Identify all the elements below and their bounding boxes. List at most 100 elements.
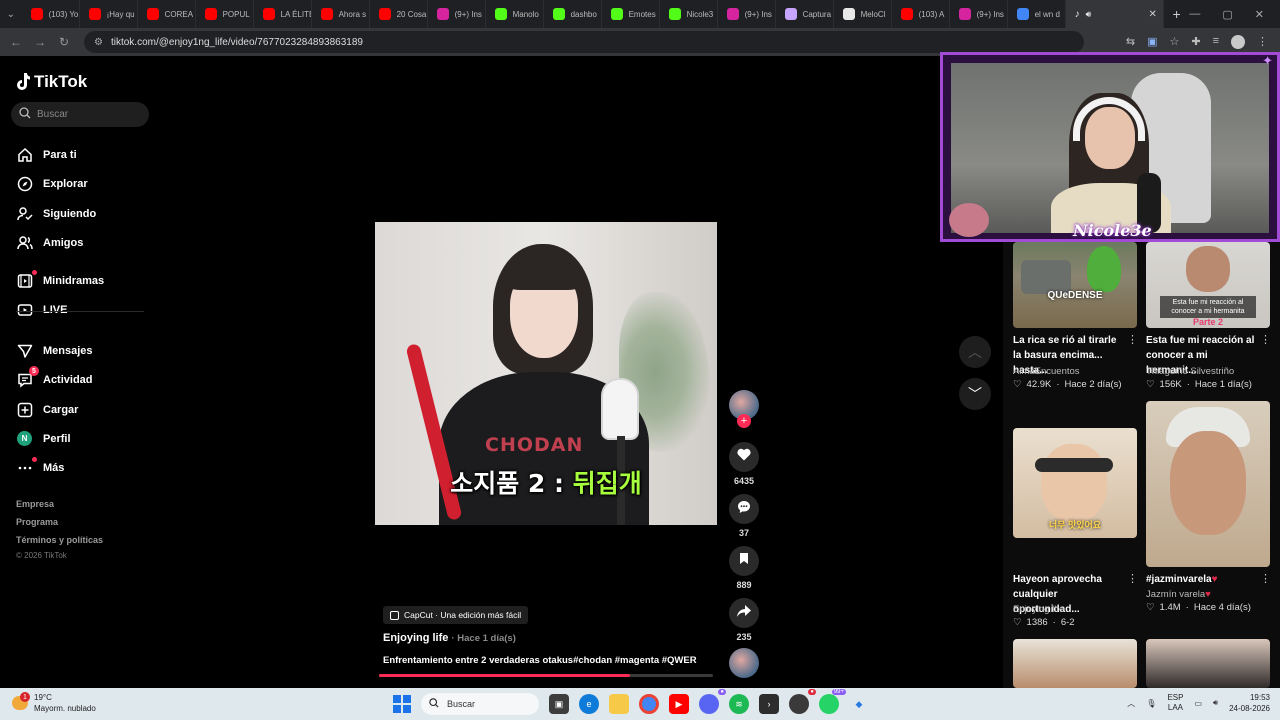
search-input[interactable]: Buscar bbox=[11, 102, 149, 127]
extensions-icon[interactable]: ✚ bbox=[1191, 35, 1200, 49]
reload-icon[interactable]: ↻ bbox=[52, 35, 76, 49]
browser-tab[interactable]: Emotes bbox=[602, 0, 660, 28]
comment-button[interactable] bbox=[729, 494, 759, 524]
rec-thumb-1[interactable]: QUeDENSE bbox=[1013, 242, 1137, 328]
sidebar-item-siguiendo[interactable]: Siguiendo bbox=[16, 205, 96, 222]
browser-tab[interactable]: COREA bbox=[138, 0, 196, 28]
cast-icon[interactable]: ▣ bbox=[1147, 35, 1157, 49]
url-field[interactable]: ⚙ tiktok.com/@enjoy1ng_life/video/767702… bbox=[84, 31, 1084, 53]
windows-start-icon[interactable] bbox=[393, 695, 411, 713]
window-close-icon[interactable]: ✕ bbox=[1255, 8, 1264, 21]
weather-widget[interactable]: 1 19°C Mayorm. nublado bbox=[12, 692, 96, 714]
more-options-icon[interactable]: ⋮ bbox=[1127, 572, 1138, 585]
rec-author-2[interactable]: Thiaguiño Silvestriño bbox=[1146, 366, 1234, 377]
edge-icon[interactable]: e bbox=[579, 694, 599, 714]
sidebar-item-live[interactable]: LIVE bbox=[16, 301, 67, 318]
browser-tab[interactable]: (9+) Ins bbox=[428, 0, 486, 28]
browser-tab[interactable]: LA ÉLITE bbox=[254, 0, 312, 28]
tray-chevron-icon[interactable]: ︿ bbox=[1127, 698, 1135, 709]
whatsapp-icon[interactable]: 99+ bbox=[819, 689, 846, 714]
browser-tab[interactable]: 20 Cosa bbox=[370, 0, 428, 28]
back-icon[interactable]: ← bbox=[4, 35, 28, 49]
video-player[interactable]: CHODAN 소지품 2 : 뒤집개 bbox=[375, 222, 717, 525]
spotify-icon[interactable]: ≋ bbox=[729, 694, 749, 714]
tab-search-icon[interactable]: ⌄ bbox=[0, 9, 22, 20]
like-button[interactable] bbox=[729, 442, 759, 472]
media-icon[interactable]: ≡ bbox=[1213, 35, 1219, 49]
browser-tab[interactable]: POPUL bbox=[196, 0, 254, 28]
microphone-icon[interactable]: 🎙︎ bbox=[1146, 699, 1156, 708]
rec-thumb-3[interactable]: 너무 맛있어요 bbox=[1013, 428, 1137, 538]
new-tab-button[interactable]: + bbox=[1164, 6, 1190, 22]
taskbar-search[interactable]: Buscar bbox=[421, 693, 539, 715]
browser-tab[interactable]: ¡Hay qu bbox=[80, 0, 138, 28]
close-icon[interactable]: ✕ bbox=[1148, 9, 1156, 20]
sidebar-item-actividad[interactable]: 5 Actividad bbox=[16, 366, 93, 388]
footer-link-empresa[interactable]: Empresa bbox=[16, 499, 54, 509]
rec-author-4[interactable]: Jazmín varela♥ bbox=[1146, 589, 1211, 600]
rec-thumb-4[interactable] bbox=[1146, 401, 1270, 567]
browser-tab[interactable]: MeloCl bbox=[834, 0, 892, 28]
app-icon[interactable]: ◆ bbox=[849, 694, 869, 714]
site-info-icon[interactable]: ⚙ bbox=[94, 37, 103, 48]
share-button[interactable] bbox=[729, 598, 759, 628]
browser-tab[interactable]: Nicole3 bbox=[660, 0, 718, 28]
menu-icon[interactable]: ⋮ bbox=[1257, 35, 1268, 49]
more-options-icon[interactable]: ⋮ bbox=[1260, 333, 1271, 346]
chevron-down-icon[interactable]: ﹀ bbox=[959, 378, 991, 410]
footer-link-terminos[interactable]: Términos y políticas bbox=[16, 535, 103, 545]
browser-tab[interactable]: (103) Yo bbox=[22, 0, 80, 28]
rec-author-3[interactable]: Enjoying life bbox=[1013, 604, 1064, 615]
video-progress[interactable] bbox=[379, 674, 713, 677]
follow-plus-icon[interactable]: + bbox=[737, 414, 751, 428]
save-button[interactable] bbox=[729, 546, 759, 576]
browser-tab[interactable]: Captura bbox=[776, 0, 834, 28]
rec-thumb-6[interactable] bbox=[1146, 639, 1270, 688]
browser-tab[interactable]: el wn d bbox=[1008, 0, 1066, 28]
sidebar-item-cargar[interactable]: Cargar bbox=[16, 401, 78, 418]
chrome-icon[interactable] bbox=[639, 694, 659, 714]
footer-link-programa[interactable]: Programa bbox=[16, 517, 58, 527]
chevron-up-icon[interactable]: ︿ bbox=[959, 336, 991, 368]
tiktok-logo[interactable]: TikTok bbox=[16, 72, 87, 92]
tab-active[interactable]: ♪ 🔊︎ ✕ bbox=[1065, 0, 1164, 28]
browser-tab[interactable]: (103) A bbox=[892, 0, 950, 28]
speaker-icon[interactable]: 🔊︎ bbox=[1086, 9, 1092, 20]
sidebar-item-perfil[interactable]: N Perfil bbox=[16, 430, 71, 447]
minimize-icon[interactable]: — bbox=[1189, 8, 1200, 21]
translate-icon[interactable]: ⇆ bbox=[1126, 35, 1135, 49]
sidebar-item-explorar[interactable]: Explorar bbox=[16, 175, 88, 192]
browser-tab[interactable]: (9+) Ins bbox=[950, 0, 1008, 28]
terminal-icon[interactable]: › bbox=[759, 694, 779, 714]
browser-tab[interactable]: Manolo bbox=[486, 0, 544, 28]
obs-icon[interactable]: ● bbox=[789, 689, 816, 714]
more-options-icon[interactable]: ⋮ bbox=[1127, 333, 1138, 346]
task-view-icon[interactable]: ▣ bbox=[549, 694, 569, 714]
rec-thumb-2[interactable]: Esta fue mi reacción al conocer a mi her… bbox=[1146, 242, 1270, 328]
youtube-icon[interactable]: ▶ bbox=[669, 694, 689, 714]
file-explorer-icon[interactable] bbox=[609, 694, 629, 714]
volume-icon[interactable]: 🔊︎ bbox=[1213, 698, 1218, 708]
clock[interactable]: 19:53 24-08-2026 bbox=[1229, 692, 1270, 714]
sidebar-item-para-ti[interactable]: Para ti bbox=[16, 146, 77, 163]
language-indicator[interactable]: ESP LAA bbox=[1167, 693, 1183, 713]
browser-tab[interactable]: Ahora s bbox=[312, 0, 370, 28]
more-options-icon[interactable]: ⋮ bbox=[1260, 572, 1271, 585]
discord-icon[interactable]: ● bbox=[699, 689, 726, 714]
bookmark-star-icon[interactable]: ☆ bbox=[1169, 35, 1179, 49]
next-creator-avatar[interactable] bbox=[729, 648, 759, 678]
forward-icon[interactable]: → bbox=[28, 35, 52, 49]
video-author[interactable]: Enjoying life bbox=[383, 632, 448, 644]
sidebar-item-minidramas[interactable]: Minidramas bbox=[16, 270, 104, 289]
profile-avatar[interactable] bbox=[1231, 35, 1245, 49]
network-icon[interactable]: ▭ bbox=[1194, 699, 1202, 708]
capcut-tag[interactable]: CapCut · Una edición más fácil bbox=[383, 606, 529, 624]
rec-author-1[interactable]: AlmaEncuentos bbox=[1013, 366, 1080, 377]
sidebar-item-m-s[interactable]: Más bbox=[16, 457, 64, 476]
rec-thumb-5[interactable] bbox=[1013, 639, 1137, 688]
browser-tab[interactable]: (9+) Ins bbox=[718, 0, 776, 28]
rec-title-4[interactable]: #jazminvarela♥ bbox=[1146, 572, 1258, 587]
sidebar-item-amigos[interactable]: Amigos bbox=[16, 234, 83, 251]
browser-tab[interactable]: dashbo bbox=[544, 0, 602, 28]
maximize-icon[interactable]: ▢ bbox=[1222, 8, 1232, 21]
